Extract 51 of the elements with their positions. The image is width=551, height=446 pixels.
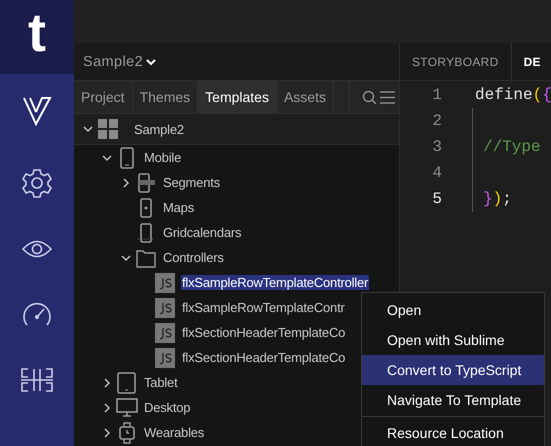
watch-icon	[117, 422, 137, 444]
js-file-icon	[155, 272, 175, 292]
tree-item[interactable]: Tablet	[143, 375, 178, 390]
tree-item[interactable]: Sample2	[133, 122, 185, 136]
menu-item[interactable]: Open with Sublime	[362, 325, 544, 355]
logo-text: t	[28, 6, 46, 60]
panel-tab[interactable]: Templates	[198, 81, 277, 113]
tablet-icon	[117, 372, 137, 394]
tree-item[interactable]: flxSectionHeaderTemplateCo	[181, 350, 346, 365]
tree-item[interactable]: Wearables	[143, 425, 206, 440]
js-file-icon	[155, 322, 175, 342]
phone-icon	[117, 146, 137, 168]
menu-icon[interactable]	[380, 90, 395, 104]
chevron-down-icon	[146, 58, 156, 66]
menu-item[interactable]: Resource Location	[362, 418, 544, 446]
phone-icon	[136, 222, 156, 244]
tree-item[interactable]: flxSampleRowTemplateContr	[181, 300, 346, 315]
menu-item[interactable]: Open	[362, 295, 544, 325]
js-file-icon	[155, 298, 175, 318]
project-dropdown[interactable]: Sample2	[83, 54, 156, 70]
tree-item[interactable]: flxSectionHeaderTemplateCo	[181, 325, 346, 340]
phone-icon	[136, 172, 156, 194]
editor-tab[interactable]: STORYBOARD	[400, 43, 512, 80]
line-number: 2	[431, 112, 442, 130]
tree-item[interactable]: Segments	[162, 175, 221, 190]
tree-item[interactable]: Maps	[162, 200, 195, 215]
panel-tab[interactable]: Project	[74, 81, 133, 113]
panel-tab[interactable]: Assets	[276, 81, 334, 113]
line-number: 4	[431, 164, 442, 182]
line-number: 5	[431, 190, 442, 208]
tree-item[interactable]: flxSampleRowTemplateController	[181, 275, 370, 290]
tree-item[interactable]: Mobile	[143, 150, 182, 165]
tree-item[interactable]: Desktop	[143, 400, 192, 415]
eye-icon[interactable]	[22, 240, 52, 258]
menu-item[interactable]: Convert to TypeScript	[362, 355, 544, 385]
search-icon[interactable]	[362, 90, 377, 104]
code-line: });	[472, 186, 512, 212]
js-file-icon	[155, 348, 175, 368]
tree-item[interactable]: Controllers	[162, 250, 225, 265]
line-number: 1	[431, 86, 442, 104]
tree-item[interactable]: Gridcalendars	[162, 225, 242, 240]
editor-tab[interactable]: DE	[512, 43, 551, 80]
line-number: 3	[431, 138, 442, 156]
grid-icon	[98, 118, 118, 140]
monitor-icon	[116, 398, 138, 418]
code-line: //Type	[472, 134, 541, 160]
settings-icon[interactable]	[21, 167, 53, 199]
layout-icon[interactable]	[21, 368, 53, 392]
v-logo-icon[interactable]	[22, 96, 52, 126]
menu-item[interactable]: Navigate To Template	[362, 385, 544, 415]
code-line: define({	[475, 85, 551, 106]
